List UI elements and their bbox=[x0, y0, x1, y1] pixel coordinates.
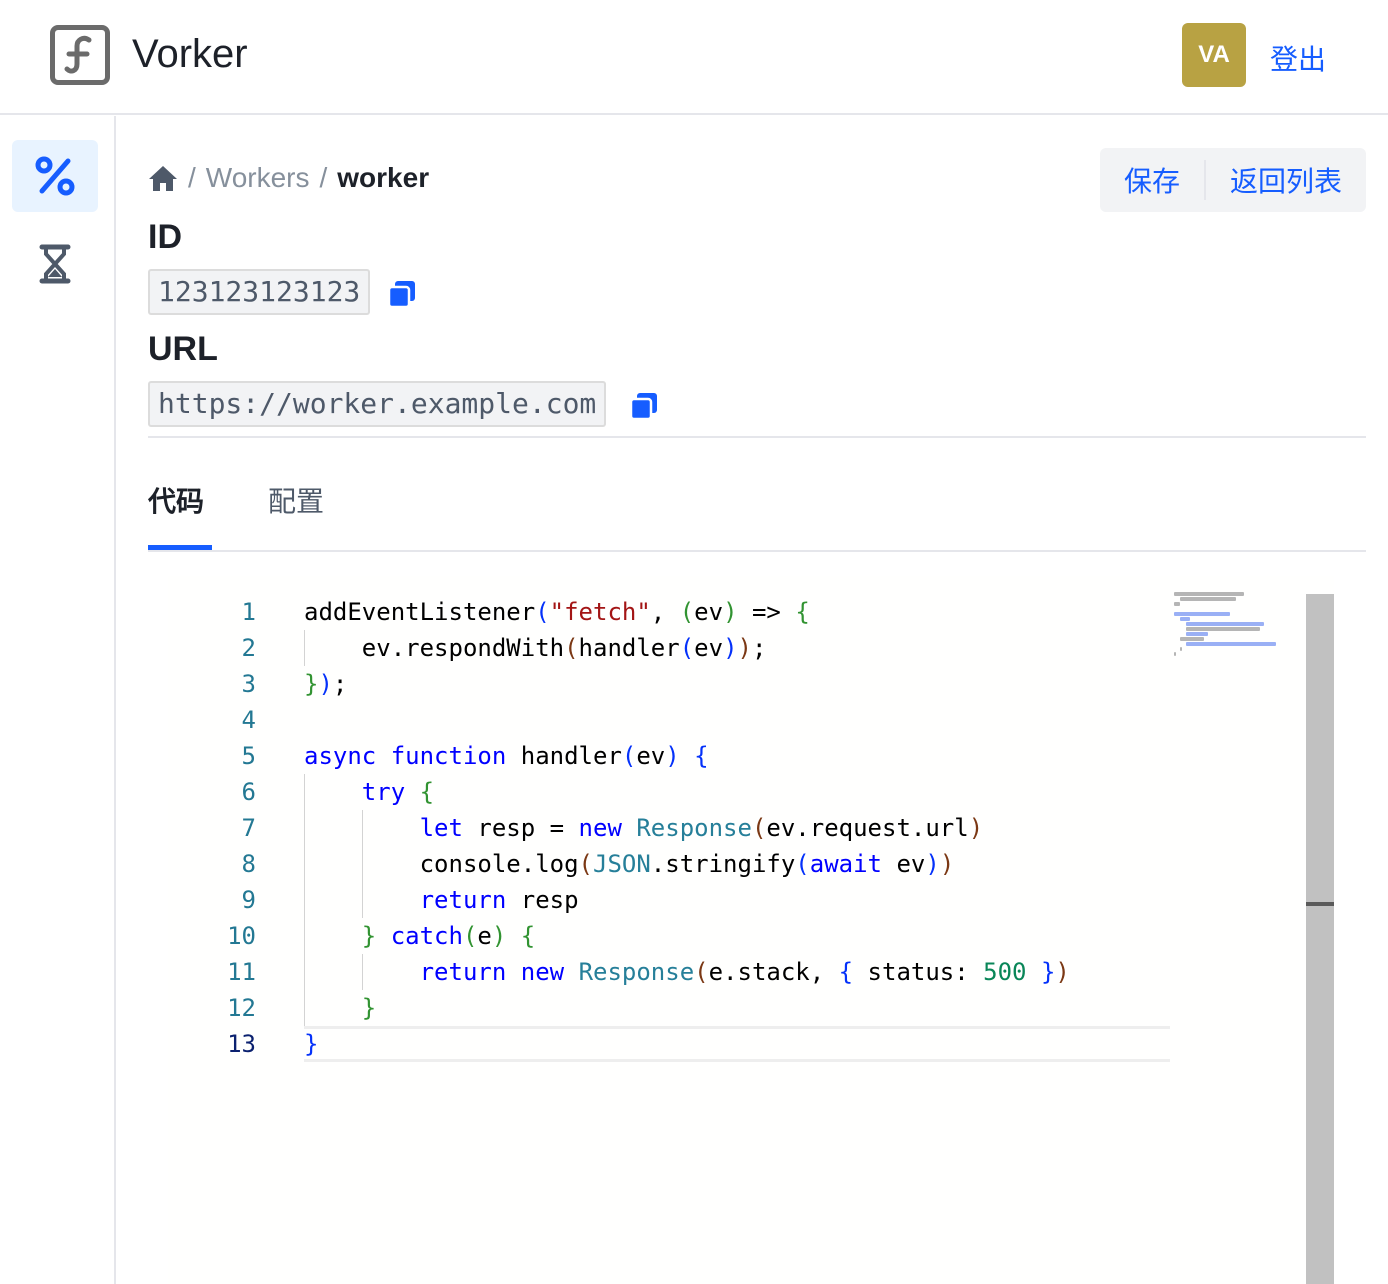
code-line: addEventListener("fetch", (ev) => { bbox=[304, 598, 810, 626]
minimap-line bbox=[1186, 632, 1208, 636]
id-value: 123123123123 bbox=[148, 269, 371, 315]
divider bbox=[148, 436, 1366, 438]
breadcrumb: / Workers / worker bbox=[148, 160, 429, 196]
code-line: return new Response(e.stack, { status: 5… bbox=[419, 958, 1070, 986]
back-to-list-button[interactable]: 返回列表 bbox=[1206, 160, 1366, 200]
editor-scrollbar[interactable] bbox=[1306, 594, 1334, 1284]
code-line: try { bbox=[361, 778, 435, 806]
breadcrumb-item-workers[interactable]: Workers bbox=[206, 162, 310, 194]
minimap-line bbox=[1186, 627, 1260, 631]
line-number: 11 bbox=[227, 958, 256, 986]
line-number-gutter: 1 2 3 4 5 6 7 8 9 10 11 12 13 bbox=[168, 594, 256, 1062]
sidebar bbox=[0, 116, 116, 1284]
copy-icon[interactable] bbox=[388, 280, 416, 308]
code-line: } bbox=[361, 994, 377, 1022]
sidebar-item-tasks[interactable] bbox=[12, 228, 98, 300]
sidebar-item-workers[interactable] bbox=[12, 140, 98, 212]
tab-code[interactable]: 代码 bbox=[148, 480, 204, 520]
breadcrumb-separator: / bbox=[319, 162, 328, 193]
code-line-current: } bbox=[304, 1026, 1170, 1062]
code-line: }); bbox=[304, 670, 348, 698]
minimap-line bbox=[1174, 652, 1176, 656]
minimap-line bbox=[1174, 602, 1180, 606]
code-line: console.log(JSON.stringify(await ev)) bbox=[304, 850, 955, 878]
line-number: 3 bbox=[241, 670, 256, 698]
line-number: 6 bbox=[241, 778, 256, 806]
minimap-line bbox=[1180, 617, 1190, 621]
line-number: 1 bbox=[241, 598, 256, 626]
url-label: URL bbox=[148, 330, 218, 368]
minimap-line bbox=[1174, 612, 1230, 616]
line-number: 9 bbox=[241, 886, 256, 914]
line-number: 5 bbox=[241, 742, 256, 770]
percent-icon bbox=[35, 156, 75, 196]
top-bar: Vorker VA 登出 bbox=[0, 0, 1388, 115]
minimap-line bbox=[1186, 622, 1264, 626]
line-number: 10 bbox=[227, 922, 256, 950]
logout-button[interactable]: 登出 bbox=[1270, 38, 1326, 78]
scrollbar-cursor-marker bbox=[1306, 902, 1334, 906]
minimap-line bbox=[1174, 592, 1244, 596]
line-number: 8 bbox=[241, 850, 256, 878]
line-number-current: 13 bbox=[227, 1030, 256, 1058]
code-line: } catch(e) { bbox=[361, 922, 536, 950]
breadcrumb-item-current: worker bbox=[337, 162, 430, 193]
breadcrumb-separator: / bbox=[188, 162, 196, 193]
line-number: 2 bbox=[241, 634, 256, 662]
minimap-line bbox=[1180, 647, 1182, 651]
minimap-line bbox=[1180, 597, 1236, 601]
function-icon[interactable] bbox=[50, 25, 110, 85]
code-line: ev.respondWith(handler(ev)); bbox=[304, 634, 767, 662]
id-label: ID bbox=[148, 218, 182, 256]
active-tab-indicator bbox=[148, 545, 212, 550]
line-number: 12 bbox=[227, 994, 256, 1022]
app-title: Vorker bbox=[132, 32, 248, 76]
code-line: return resp bbox=[419, 886, 579, 914]
tab-bar: 代码 配置 bbox=[148, 470, 1366, 552]
line-number: 4 bbox=[241, 706, 256, 734]
hourglass-icon bbox=[39, 244, 71, 284]
code-content[interactable]: addEventListener("fetch", (ev) => { ev.r… bbox=[304, 594, 1170, 1062]
code-minimap[interactable] bbox=[1174, 592, 1294, 656]
minimap-line bbox=[1180, 637, 1204, 641]
code-line: let resp = new Response(ev.request.url) bbox=[419, 814, 984, 842]
action-button-group: 保存 返回列表 bbox=[1100, 148, 1366, 212]
avatar[interactable]: VA bbox=[1182, 23, 1246, 87]
code-line: async function handler(ev) { bbox=[304, 742, 709, 770]
home-icon[interactable] bbox=[148, 164, 178, 192]
line-number: 7 bbox=[241, 814, 256, 842]
save-button[interactable]: 保存 bbox=[1100, 160, 1204, 200]
minimap-line bbox=[1186, 642, 1276, 646]
url-value: https://worker.example.com bbox=[148, 381, 607, 427]
tab-config[interactable]: 配置 bbox=[268, 480, 324, 520]
code-editor[interactable]: 1 2 3 4 5 6 7 8 9 10 11 12 13 addEventLi… bbox=[168, 576, 1334, 1284]
copy-icon[interactable] bbox=[630, 392, 658, 420]
